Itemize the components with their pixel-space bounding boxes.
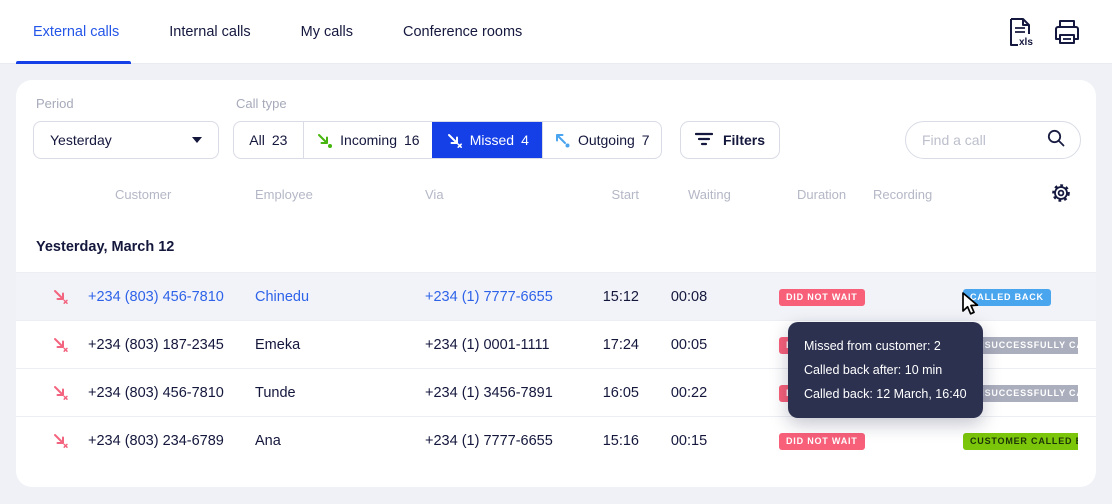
print-icon[interactable] [1052, 17, 1082, 47]
table-row[interactable]: +234 (803) 456-7810 Chinedu +234 (1) 777… [16, 272, 1096, 320]
customer-number-link[interactable]: +234 (803) 456-7810 [88, 289, 255, 305]
tab-conference-rooms[interactable]: Conference rooms [403, 24, 522, 40]
missed-call-row-icon [36, 432, 88, 449]
table-header-row: Customer Employee Via Start Waiting Dura… [16, 176, 1096, 212]
waiting-time: 00:22 [670, 384, 708, 401]
tab-external-calls[interactable]: External calls [33, 24, 119, 40]
segment-all[interactable]: All 23 [234, 122, 303, 158]
call-type-label: Call type [236, 96, 287, 111]
table-settings-gear-icon[interactable] [1050, 182, 1072, 207]
waiting-time: 00:15 [670, 432, 708, 449]
period-value: Yesterday [50, 132, 112, 148]
customer-number[interactable]: +234 (803) 187-2345 [88, 337, 255, 353]
search-field [905, 121, 1081, 159]
waiting-time: 00:08 [670, 288, 708, 305]
segment-missed[interactable]: Missed 4 [432, 122, 542, 158]
employee-name[interactable]: Tunde [255, 385, 425, 401]
tooltip-line: Missed from customer: 2 [804, 339, 941, 353]
calls-table: Customer Employee Via Start Waiting Dura… [16, 176, 1096, 464]
col-start: Start [611, 186, 639, 202]
mouse-cursor [959, 292, 983, 323]
col-employee: Employee [255, 186, 313, 202]
start-time: 15:12 [602, 288, 639, 305]
customer-number[interactable]: +234 (803) 456-7810 [88, 385, 255, 401]
waiting-time: 00:05 [670, 336, 708, 353]
call-type-segmented-control: All 23 Incoming 16 Missed 4 Outgoing 7 [233, 121, 662, 159]
tabs: External calls Internal calls My calls C… [33, 0, 522, 63]
tab-my-calls[interactable]: My calls [301, 24, 353, 40]
col-duration: Duration [797, 186, 847, 202]
called-back-tooltip: Missed from customer: 2 Called back afte… [788, 322, 983, 418]
tab-internal-calls[interactable]: Internal calls [169, 24, 250, 40]
chevron-down-icon [192, 137, 202, 143]
col-recording: Recording [873, 186, 933, 202]
via-number[interactable]: +234 (1) 3456-7891 [425, 385, 575, 401]
search-icon[interactable] [1046, 128, 1066, 153]
active-tab-indicator [16, 61, 131, 64]
start-time: 15:16 [602, 432, 639, 449]
col-via: Via [425, 186, 444, 202]
status-badge: DID NOT WAIT [779, 288, 865, 306]
calls-panel: Period Yesterday Call type All 23 Incomi… [16, 80, 1096, 487]
employee-name[interactable]: Emeka [255, 337, 425, 353]
employee-name[interactable]: Ana [255, 433, 425, 449]
missed-call-icon [446, 132, 463, 149]
date-group-header: Yesterday, March 12 [36, 239, 175, 255]
segment-outgoing[interactable]: Outgoing 7 [541, 122, 661, 158]
search-input[interactable] [922, 132, 1040, 148]
via-number[interactable]: +234 (1) 7777-6655 [425, 433, 575, 449]
via-number[interactable]: +234 (1) 0001-1111 [425, 337, 575, 353]
segment-incoming[interactable]: Incoming 16 [302, 122, 432, 158]
via-number-link[interactable]: +234 (1) 7777-6655 [425, 289, 575, 305]
customer-number[interactable]: +234 (803) 234-6789 [88, 433, 255, 449]
filter-icon [694, 132, 714, 149]
svg-text:xls: xls [1019, 37, 1033, 48]
outgoing-call-icon [554, 132, 571, 149]
missed-call-row-icon [36, 336, 88, 353]
tooltip-line: Called back: 12 March, 16:40 [804, 387, 967, 401]
status-badge: DID NOT WAIT [779, 432, 865, 450]
col-waiting: Waiting [688, 186, 731, 202]
missed-call-row-icon [36, 384, 88, 401]
recording-status-badge[interactable]: CUSTOMER CALLED BACK [963, 432, 1078, 450]
start-time: 17:24 [602, 336, 639, 353]
top-tab-bar: External calls Internal calls My calls C… [0, 0, 1112, 64]
table-row[interactable]: +234 (803) 234-6789 Ana +234 (1) 7777-66… [16, 416, 1096, 464]
export-xls-icon[interactable]: xls [1006, 16, 1034, 48]
incoming-call-icon [316, 132, 333, 149]
period-select[interactable]: Yesterday [33, 121, 219, 159]
missed-call-row-icon [36, 288, 88, 305]
employee-link[interactable]: Chinedu [255, 289, 425, 305]
filters-button[interactable]: Filters [680, 121, 780, 159]
tooltip-line: Called back after: 10 min [804, 363, 943, 377]
period-label: Period [36, 96, 74, 111]
col-customer: Customer [115, 186, 172, 202]
start-time: 16:05 [602, 384, 639, 401]
